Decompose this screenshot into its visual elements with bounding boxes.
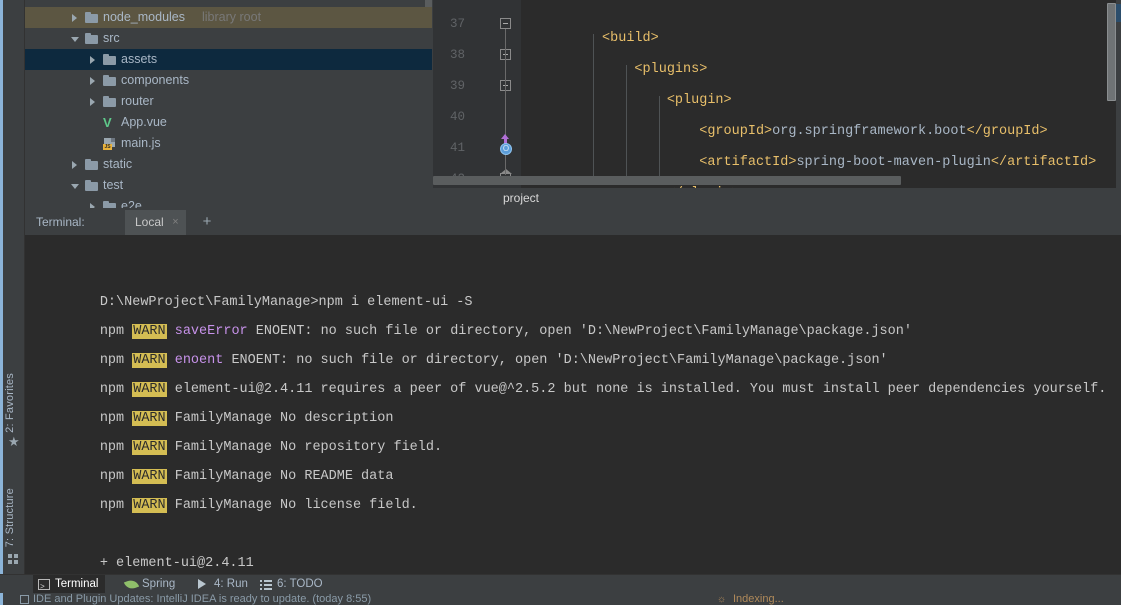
tool-window-label: 4: Run [214,578,248,590]
editor-marker [1116,4,1121,22]
tree-row-router[interactable]: router [25,91,432,112]
terminal-title: Terminal: [36,215,85,229]
warn-badge: WARN [132,353,167,368]
close-icon[interactable]: × [172,215,178,229]
folder-icon [103,75,116,86]
editor-marker-strip[interactable] [1116,0,1121,188]
tree-row-assets[interactable]: assets [25,49,432,70]
warn-badge: WARN [132,440,167,455]
left-accent-line [0,0,3,585]
tool-window-run[interactable]: 4: Run [192,575,255,594]
tool-window-spring[interactable]: Spring [120,575,182,594]
tree-row[interactable] [25,0,432,7]
terminal-panel[interactable]: Terminal: Local × + D:\NewProject\Family… [25,210,1121,574]
line-number: 38 [449,48,465,62]
chevron-right-icon[interactable] [90,77,95,85]
editor-vertical-scrollbar[interactable] [1107,3,1116,101]
status-accent-line [0,593,3,605]
line-number: 39 [449,79,465,93]
line-number: 40 [449,110,465,124]
tree-row-static[interactable]: static [25,154,432,175]
chevron-down-icon[interactable] [71,184,79,189]
editor-horizontal-scrollbar[interactable] [433,176,901,185]
line-number: 37 [449,17,465,31]
tool-window-label: Spring [142,578,176,590]
status-bar: IDE and Plugin Updates: IntelliJ IDEA is… [0,593,1121,605]
sidebar-tab-structure[interactable]: 7: Structure [4,488,16,547]
status-indexing-message: Indexing... [733,593,784,605]
left-tool-strip: ★ 2: Favorites 7: Structure [0,0,25,585]
warn-badge: WARN [132,469,167,484]
sidebar-tab-favorites[interactable]: 2: Favorites [4,373,16,433]
chevron-right-icon[interactable] [72,161,77,169]
tree-row-main-js[interactable]: JS main.js [25,133,432,154]
chevron-right-icon[interactable] [90,203,95,208]
warn-badge: WARN [132,382,167,397]
tree-item-label: src [103,31,120,45]
breadcrumb-bar: project [433,188,1121,208]
breadcrumb[interactable]: project [503,191,539,205]
checkbox-icon[interactable] [20,595,29,604]
warn-badge: WARN [132,411,167,426]
terminal-tab-label: Local [135,215,164,229]
structure-icon [8,554,19,565]
folder-icon [103,54,116,65]
warn-badge: WARN [132,498,167,513]
tree-row-components[interactable]: components [25,70,432,91]
tree-item-label: static [103,157,133,171]
terminal-line: + element-ui@2.4.11 [99,556,254,571]
folder-icon [85,12,98,23]
tool-window-todo[interactable]: 6: TODO [255,575,330,594]
run-icon [198,579,206,589]
tree-row-e2e[interactable]: e2e [25,196,432,208]
tree-row-app-vue[interactable]: V App.vue [25,112,432,133]
tree-item-label: node_modules [103,10,186,24]
fold-marker[interactable] [500,18,511,29]
project-tree-panel[interactable]: node_modules library root src assets com… [25,0,432,208]
tree-row-node-modules[interactable]: node_modules library root [25,7,432,28]
tree-item-label: components [121,73,190,87]
tree-item-label: router [121,94,154,108]
terminal-output[interactable]: D:\NewProject\FamilyManage>npm i element… [25,235,1121,574]
status-update-message[interactable]: IDE and Plugin Updates: IntelliJ IDEA is… [33,593,371,605]
folder-icon [85,159,98,170]
line-number: 41 [449,141,465,155]
tree-row-src[interactable]: src [25,28,432,49]
folder-icon [103,96,116,107]
gutter-marker-icon[interactable]: O [500,143,512,155]
tool-window-label: Terminal [55,578,99,590]
terminal-line: npm WARN FamilyManage No license field. [99,498,418,513]
intellij-idea-window: ★ 2: Favorites 7: Structure node_modules… [0,0,1121,605]
tree-item-label: App.vue [121,115,167,129]
tool-window-label: 6: TODO [277,578,323,590]
terminal-tab-bar: Terminal: Local × + [25,210,1121,235]
spring-leaf-icon [123,578,140,591]
tool-window-bar: Terminal Spring 4: Run 6: TODO [0,574,1121,597]
chevron-down-icon[interactable] [71,37,79,42]
tree-item-label: test [103,178,124,192]
folder-icon [85,33,98,44]
folder-icon [85,180,98,191]
vue-file-icon: V [103,115,112,130]
code-editor[interactable]: 37 38 39 40 41 42 O <build> <plugins> <p… [433,0,1121,188]
chevron-right-icon[interactable] [90,98,95,106]
tree-item-label: assets [121,52,158,66]
add-terminal-tab-button[interactable]: + [199,214,215,230]
chevron-right-icon[interactable] [90,56,95,64]
chevron-right-icon[interactable] [72,14,77,22]
tree-item-label: e2e [121,199,142,208]
warn-badge: WARN [132,324,167,339]
indexing-spinner-icon: ☼ [717,594,727,605]
star-icon: ★ [8,434,20,449]
tree-item-label: main.js [121,136,161,150]
tool-window-terminal[interactable]: Terminal [33,575,106,597]
tree-row-test[interactable]: test [25,175,432,196]
js-file-icon: JS [103,138,116,150]
terminal-icon [38,578,50,597]
tree-item-suffix: library root [202,10,262,24]
todo-icon [260,579,272,590]
folder-icon [103,201,116,208]
terminal-tab-local[interactable]: Local × [125,210,186,235]
